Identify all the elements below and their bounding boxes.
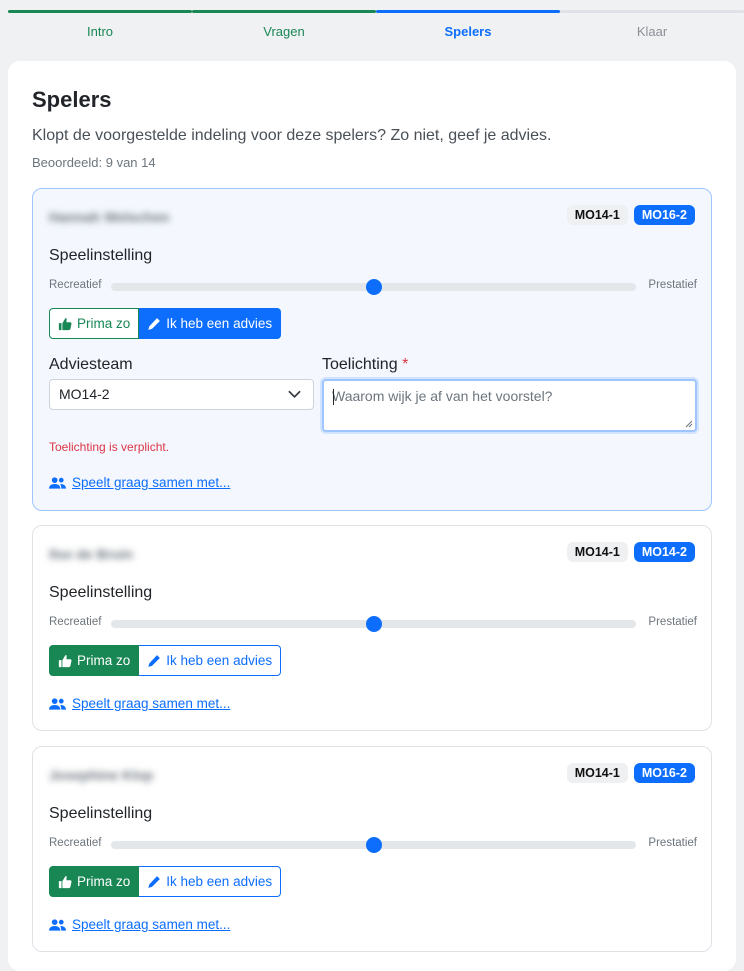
proposed-team-badge: MO16-2 bbox=[633, 763, 695, 783]
advies-label: Ik heb een advies bbox=[166, 316, 273, 331]
speelt-samen-label: Speelt graag samen met... bbox=[72, 917, 231, 932]
decision-toggle: Prima zo Ik heb een advies bbox=[49, 308, 282, 339]
step-bar bbox=[8, 10, 192, 13]
current-team-badge: MO14-1 bbox=[566, 542, 628, 562]
slider-max-label: Prestatief bbox=[648, 279, 697, 291]
slider-thumb[interactable] bbox=[365, 837, 382, 853]
decision-toggle: Prima zo Ik heb een advies bbox=[49, 645, 282, 676]
error-message: Toelichting is verplicht. bbox=[49, 440, 170, 454]
player-card: Ilse de Bruin MO14-1 MO14-2 Speelinstell… bbox=[32, 525, 712, 731]
adviesteam-select[interactable]: MO14-2 bbox=[49, 379, 314, 410]
team-badges: MO14-1 MO16-2 bbox=[566, 763, 695, 783]
thumbs-up-icon bbox=[58, 654, 72, 667]
prima-zo-button[interactable]: Prima zo bbox=[49, 866, 140, 897]
people-icon bbox=[49, 697, 66, 710]
slider-track[interactable] bbox=[111, 616, 636, 632]
adviesteam-value: MO14-2 bbox=[59, 386, 110, 402]
step-spelers[interactable]: Spelers bbox=[376, 9, 560, 49]
prima-zo-label: Prima zo bbox=[77, 316, 131, 331]
advies-button[interactable]: Ik heb een advies bbox=[139, 866, 282, 897]
progress-stepper: Intro Vragen Spelers Klaar bbox=[0, 0, 744, 60]
decision-toggle: Prima zo Ik heb een advies bbox=[49, 866, 282, 897]
thumbs-up-icon bbox=[58, 317, 72, 330]
speelinstelling-slider: Recreatief Prestatief bbox=[49, 614, 697, 634]
speelt-samen-link[interactable]: Speelt graag samen met... bbox=[49, 475, 230, 490]
main-panel: Spelers Klopt de voorgestelde indeling v… bbox=[8, 61, 736, 971]
speelinstelling-slider: Recreatief Prestatief bbox=[49, 835, 697, 855]
prima-zo-label: Prima zo bbox=[77, 653, 131, 668]
text-caret bbox=[333, 389, 334, 405]
step-klaar[interactable]: Klaar bbox=[560, 9, 744, 49]
advies-button[interactable]: Ik heb een advies bbox=[139, 308, 282, 339]
slider-max-label: Prestatief bbox=[648, 616, 697, 628]
advies-button[interactable]: Ik heb een advies bbox=[139, 645, 282, 676]
pencil-icon bbox=[148, 317, 161, 330]
required-marker: * bbox=[402, 356, 409, 373]
slider-thumb[interactable] bbox=[365, 279, 382, 295]
slider-min-label: Recreatief bbox=[49, 837, 102, 849]
player-name: Josephine Klop bbox=[49, 767, 154, 783]
team-badges: MO14-1 MO14-2 bbox=[566, 542, 695, 562]
step-label: Vragen bbox=[263, 24, 305, 39]
player-name: Ilse de Bruin bbox=[49, 546, 134, 562]
speelt-samen-link[interactable]: Speelt graag samen met... bbox=[49, 696, 230, 711]
speelinstelling-slider: Recreatief Prestatief bbox=[49, 277, 697, 297]
page-intro: Klopt de voorgestelde indeling voor deze… bbox=[32, 127, 552, 144]
speelinstelling-label: Speelinstelling bbox=[49, 584, 153, 601]
review-progress: Beoordeeld: 9 van 14 bbox=[32, 155, 156, 170]
proposed-team-badge: MO14-2 bbox=[633, 542, 695, 562]
people-icon bbox=[49, 918, 66, 931]
proposed-team-badge: MO16-2 bbox=[633, 205, 695, 225]
slider-min-label: Recreatief bbox=[49, 616, 102, 628]
advies-label: Ik heb een advies bbox=[166, 874, 273, 889]
prima-zo-button[interactable]: Prima zo bbox=[49, 645, 140, 676]
step-vragen[interactable]: Vragen bbox=[192, 9, 376, 49]
toelichting-textarea[interactable]: Waarom wijk je af van het voorstel? bbox=[322, 379, 697, 432]
step-bar bbox=[376, 10, 560, 13]
page-title: Spelers bbox=[32, 87, 112, 112]
slider-track[interactable] bbox=[111, 837, 636, 853]
prima-zo-label: Prima zo bbox=[77, 874, 131, 889]
step-label: Klaar bbox=[636, 24, 668, 39]
slider-max-label: Prestatief bbox=[648, 837, 697, 849]
toelichting-label-text: Toelichting bbox=[322, 356, 398, 373]
speelt-samen-label: Speelt graag samen met... bbox=[72, 696, 231, 711]
prima-zo-button[interactable]: Prima zo bbox=[49, 308, 140, 339]
step-label: Intro bbox=[86, 24, 113, 39]
chevron-down-icon bbox=[288, 390, 301, 399]
speelt-samen-link[interactable]: Speelt graag samen met... bbox=[49, 917, 230, 932]
speelinstelling-label: Speelinstelling bbox=[49, 247, 153, 264]
toelichting-label: Toelichting * bbox=[322, 356, 408, 374]
step-intro[interactable]: Intro bbox=[8, 9, 192, 49]
pencil-icon bbox=[148, 875, 161, 888]
step-bar bbox=[560, 10, 744, 13]
resize-grip-icon[interactable] bbox=[683, 418, 693, 428]
player-name: Hannah Welschen bbox=[49, 209, 170, 225]
step-label: Spelers bbox=[444, 24, 492, 39]
speelt-samen-label: Speelt graag samen met... bbox=[72, 475, 231, 490]
current-team-badge: MO14-1 bbox=[566, 763, 628, 783]
step-bar bbox=[192, 10, 376, 13]
toelichting-placeholder: Waarom wijk je af van het voorstel? bbox=[332, 388, 553, 404]
thumbs-up-icon bbox=[58, 875, 72, 888]
slider-track[interactable] bbox=[111, 279, 636, 295]
speelinstelling-label: Speelinstelling bbox=[49, 805, 153, 822]
advies-label: Ik heb een advies bbox=[166, 653, 273, 668]
slider-min-label: Recreatief bbox=[49, 279, 102, 291]
slider-thumb[interactable] bbox=[365, 616, 382, 632]
player-card: Hannah Welschen MO14-1 MO16-2 Speelinste… bbox=[32, 188, 712, 511]
current-team-badge: MO14-1 bbox=[566, 205, 628, 225]
people-icon bbox=[49, 476, 66, 489]
pencil-icon bbox=[148, 654, 161, 667]
player-card: Josephine Klop MO14-1 MO16-2 Speelinstel… bbox=[32, 746, 712, 952]
adviesteam-label: Adviesteam bbox=[49, 356, 133, 373]
team-badges: MO14-1 MO16-2 bbox=[566, 205, 695, 225]
